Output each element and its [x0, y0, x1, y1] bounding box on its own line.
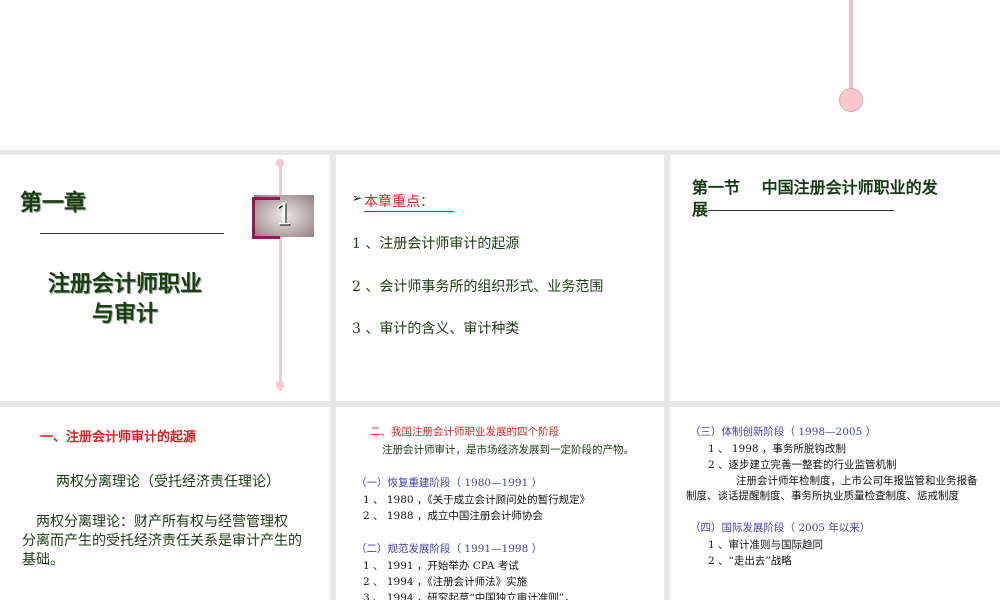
stage-3-detail: 制度、谈话提醒制度、事务所执业质量检查制度、惩戒制度	[686, 490, 959, 502]
stage-1-item: 1 、 1980 ，《关于成立会计顾问处的暂行规定》	[363, 494, 591, 506]
slide-thumbnail-2[interactable]: ➢ 本章重点： 1 、注册会计师审计的起源 2 、会计师事务所的组织形式、业务范…	[336, 155, 664, 401]
stage-4-item: 1 、审计准则与国际趋同	[708, 539, 824, 551]
stage-4-item: 2 、“走出去”战略	[708, 555, 792, 567]
key-points-heading: 本章重点：	[364, 191, 454, 212]
stage-2-heading: （二）规范发展阶段（ 1991—1998 ）	[356, 543, 543, 555]
stage-1-heading: （一）恢复重建阶段（ 1980—1991 ）	[356, 477, 543, 489]
slide-thumbnail-1[interactable]: 第一章 注册会计师职业 与审计 1	[0, 155, 330, 401]
stage-3-item: 2 、逐步建立完善一整套的行业监管机制	[708, 459, 897, 471]
title-underline	[708, 210, 895, 211]
key-point-3: 3 、审计的含义、审计种类	[352, 321, 520, 337]
stage-3-item: 1 、 1998 ，事务所脱钩改制	[708, 443, 846, 455]
divider	[40, 233, 224, 234]
stages-intro: 注册会计师审计，是市场经济发展到一定阶段的产物。	[382, 444, 634, 456]
decorative-dot	[276, 159, 284, 167]
stage-4-heading: （四）国际发展阶段（ 2005 年以来）	[690, 522, 871, 534]
stage-3-detail: 注册会计师年检制度，上市公司年报监管和业务报备	[736, 475, 978, 487]
stage-3-heading: （三）体制创新阶段（ 1998—2005 ）	[690, 426, 877, 438]
stages-heading: 二、我国注册会计师职业发展的四个阶段	[370, 426, 559, 438]
bullet-arrow-icon: ➢	[352, 191, 363, 205]
stage-2-item: 2 、 1994 ，《注册会计师法》实施	[363, 576, 528, 588]
stage-1-item: 2 、 1988 ，成立中国注册会计师协会	[363, 510, 543, 522]
slide-thumbnail-6[interactable]: （三）体制创新阶段（ 1998—2005 ） 1 、 1998 ，事务所脱钩改制…	[670, 407, 1000, 600]
previous-slide-row	[0, 0, 1000, 150]
slide-thumbnail-3[interactable]: 第一节 中国注册会计师职业的发 展	[670, 155, 1000, 401]
chapter-title: 注册会计师职业 与审计	[47, 272, 202, 327]
slide-thumbnail-5[interactable]: 二、我国注册会计师职业发展的四个阶段 注册会计师审计，是市场经济发展到一定阶段的…	[336, 407, 664, 600]
theory-subheading: 两权分离理论（受托经济责任理论）	[56, 474, 280, 490]
chapter-label: 第一章	[20, 191, 87, 216]
decorative-dot	[276, 381, 284, 389]
section-title: 第一节 中国注册会计师职业的发 展	[692, 178, 938, 219]
decorative-dot	[839, 88, 863, 112]
stage-2-item: 3 、 1994 ，研究起草“中国独立审计准则”，	[363, 592, 575, 600]
slide-thumbnail-4[interactable]: 一、注册会计师审计的起源 两权分离理论（受托经济责任理论） 两权分离理论：财产所…	[0, 407, 330, 600]
number-bracket	[252, 197, 280, 239]
key-point-1: 1 、注册会计师审计的起源	[352, 236, 520, 252]
decorative-line	[849, 0, 853, 92]
stage-2-item: 1 、 1991 ，开始举办 CPA 考试	[363, 560, 519, 572]
key-point-2: 2 、会计师事务所的组织形式、业务范围	[352, 279, 604, 295]
theory-body: 两权分离理论：财产所有权与经营管理权 分离而产生的受托经济责任关系是审计产生的 …	[22, 514, 302, 568]
origin-heading: 一、注册会计师审计的起源	[40, 430, 197, 445]
